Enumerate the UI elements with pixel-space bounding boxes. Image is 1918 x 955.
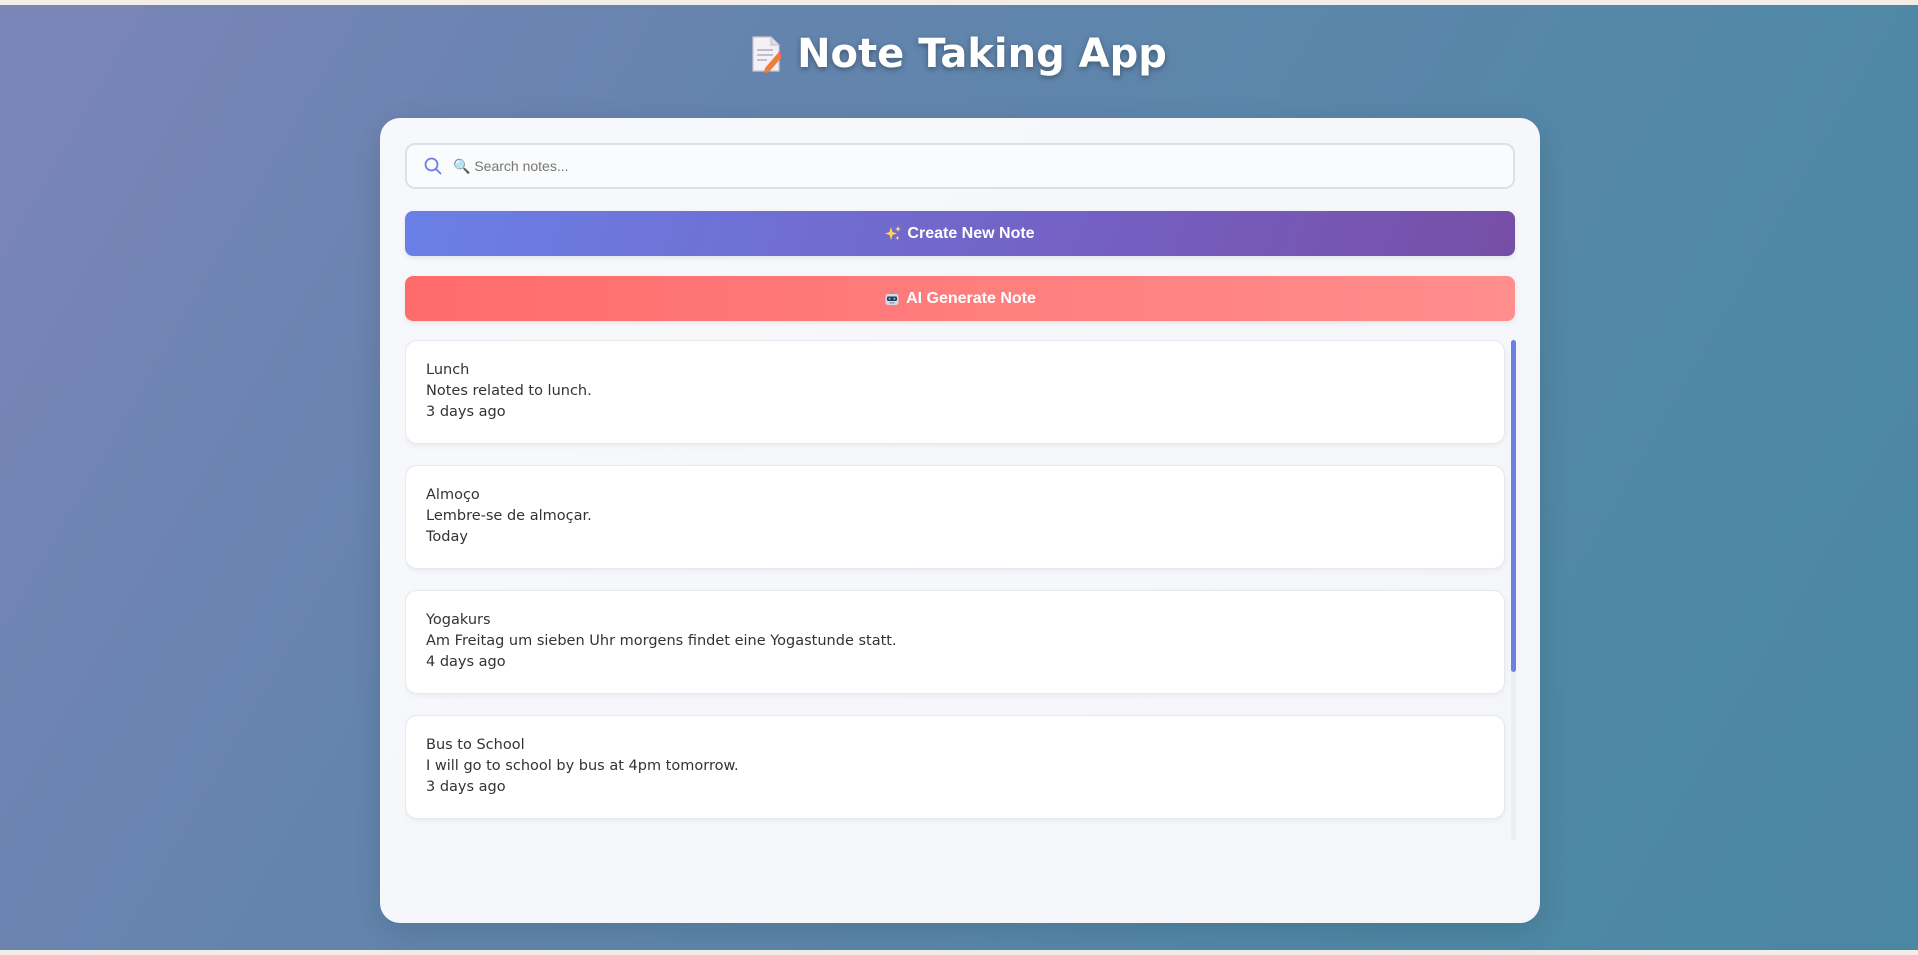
note-date: 3 days ago bbox=[426, 779, 506, 795]
notes-scrollbar-thumb[interactable] bbox=[1511, 340, 1516, 672]
notes-scrollbar[interactable] bbox=[1511, 340, 1516, 840]
main-panel: Create New Note AI Generate Note Lunch N… bbox=[380, 118, 1540, 923]
note-card[interactable]: Bus to School I will go to school by bus… bbox=[405, 715, 1505, 819]
ai-generate-note-button[interactable]: AI Generate Note bbox=[405, 276, 1515, 321]
note-card[interactable]: Yogakurs Am Freitag um sieben Uhr morgen… bbox=[405, 590, 1505, 694]
memo-icon bbox=[751, 32, 785, 73]
notes-list: Lunch Notes related to lunch. 3 days ago… bbox=[405, 340, 1515, 840]
ai-generate-note-label: AI Generate Note bbox=[906, 289, 1036, 307]
note-title: Almoço bbox=[426, 487, 480, 503]
note-content: Lembre-se de almoçar. bbox=[426, 508, 592, 524]
page-title: Note Taking App bbox=[0, 26, 1918, 82]
search-input[interactable] bbox=[451, 150, 1513, 182]
note-date: 3 days ago bbox=[426, 404, 506, 420]
note-title: Yogakurs bbox=[426, 612, 491, 628]
robot-icon bbox=[884, 291, 900, 307]
create-note-button[interactable]: Create New Note bbox=[405, 211, 1515, 256]
note-content: I will go to school by bus at 4pm tomorr… bbox=[426, 758, 739, 774]
note-title: Bus to School bbox=[426, 737, 525, 753]
note-content: Notes related to lunch. bbox=[426, 383, 592, 399]
note-content: Am Freitag um sieben Uhr morgens findet … bbox=[426, 633, 897, 649]
page-title-text: Note Taking App bbox=[797, 31, 1167, 77]
note-card[interactable]: Almoço Lembre-se de almoçar. Today bbox=[405, 465, 1505, 569]
search-icon bbox=[423, 156, 443, 176]
note-title: Lunch bbox=[426, 362, 470, 378]
note-date: 4 days ago bbox=[426, 654, 506, 670]
note-card[interactable]: Lunch Notes related to lunch. 3 days ago bbox=[405, 340, 1505, 444]
note-date: Today bbox=[426, 529, 468, 545]
sparkles-icon bbox=[885, 225, 902, 242]
search-box[interactable] bbox=[405, 143, 1515, 189]
create-note-label: Create New Note bbox=[907, 224, 1035, 242]
